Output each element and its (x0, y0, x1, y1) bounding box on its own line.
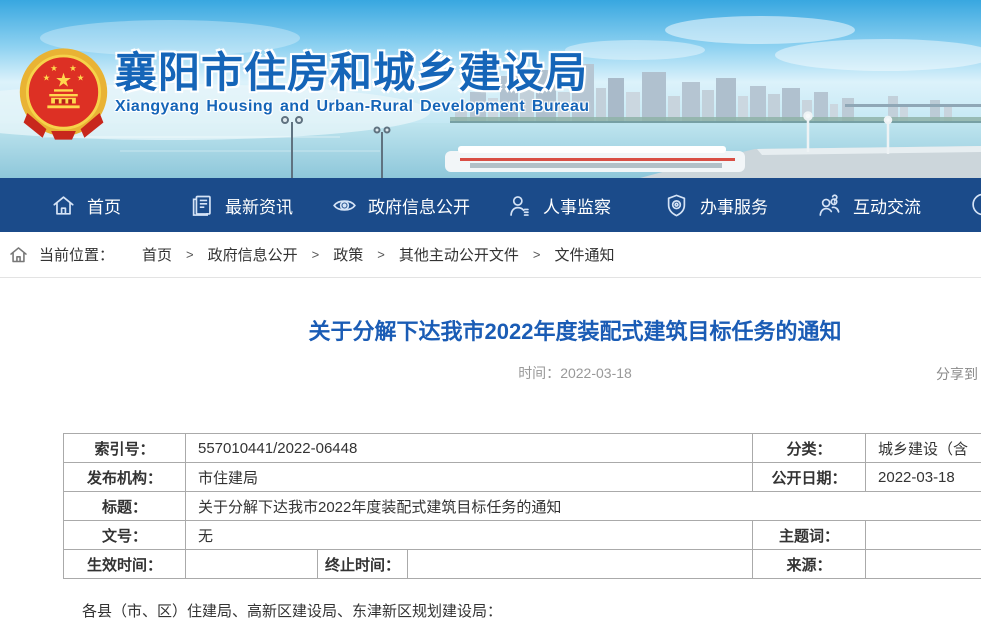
meta-table-value-cell (866, 521, 981, 550)
meta-table-label-cell: 文号： (64, 521, 186, 550)
meta-table-label-cell: 发布机构： (64, 463, 186, 492)
nav-item-eye[interactable]: 政府信息公开 (331, 178, 470, 232)
meta-table-value-cell: 关于分解下达我市2022年度装配式建筑目标任务的通知 (186, 492, 981, 521)
nav-item-label: 办事服务 (700, 193, 768, 218)
breadcrumb-home-icon (8, 244, 29, 265)
meta-table-value-cell: 无 (186, 521, 753, 550)
breadcrumb-link[interactable]: 政策 (333, 244, 363, 265)
meta-table-label-cell: 生效时间： (64, 550, 186, 579)
article-title: 关于分解下达我市2022年度装配式建筑目标任务的通知 (0, 316, 981, 348)
nav-item-home[interactable]: 首页 (50, 178, 121, 232)
meta-table-value-cell (408, 550, 753, 579)
main-nav: 首页 最新资讯 政府信息公开 人事监察 办事服务 互动交流 (0, 178, 981, 232)
share-button[interactable]: 分享到 (936, 364, 978, 384)
svg-text:★: ★ (55, 70, 72, 91)
breadcrumb-link[interactable]: 首页 (142, 244, 172, 265)
nav-item-label: 政府信息公开 (368, 193, 470, 218)
meta-table-value-cell: 2022-03-18 (866, 463, 981, 492)
site-subtitle: Xiangyang Housing and Urban-Rural Develo… (115, 98, 589, 116)
nav-item-news[interactable]: 最新资讯 (188, 178, 293, 232)
article-page: 关于分解下达我市2022年度装配式建筑目标任务的通知 时间：2022-03-18… (0, 316, 981, 621)
nav-item-label: 人事监察 (543, 193, 611, 218)
people-icon (816, 192, 843, 219)
meta-table-row: 发布机构：市住建局公开日期：2022-03-18 (64, 463, 981, 492)
nav-item-person[interactable]: 人事监察 (506, 178, 611, 232)
meta-table-label-cell: 终止时间： (318, 550, 408, 579)
meta-table-value-cell: 城乡建设（含 (866, 434, 981, 463)
meta-table-value-cell: 557010441/2022-06448 (186, 434, 753, 463)
breadcrumb-separator: > (377, 247, 385, 262)
news-icon (188, 192, 215, 219)
svg-text:★: ★ (43, 73, 51, 83)
eye-icon (331, 192, 358, 219)
breadcrumb-separator: > (533, 247, 541, 262)
article-date: 时间：2022-03-18 (518, 365, 632, 381)
home-icon (50, 192, 77, 219)
meta-table-value-cell (186, 550, 318, 579)
article-body-first-line: 各县（市、区）住建局、高新区建设局、东津新区规划建设局： (82, 600, 981, 621)
nav-item-label: 互动交流 (853, 193, 921, 218)
nav-item-label: 最新资讯 (225, 193, 293, 218)
meta-table-row: 生效时间： 终止时间： 来源： (64, 550, 981, 579)
breadcrumb-location-label: 当前位置： (39, 244, 114, 265)
meta-table: 索引号：557010441/2022-06448分类：城乡建设（含发布机构：市住… (63, 433, 981, 579)
national-emblem-logo: ★ ★ ★ ★ ★ (16, 42, 111, 146)
meta-table-row: 索引号：557010441/2022-06448分类：城乡建设（含 (64, 434, 981, 463)
breadcrumb-link[interactable]: 政府信息公开 (208, 244, 298, 265)
site-header: ★ ★ ★ ★ ★ 襄阳市住房和城乡建设局 Xiangyang Housing … (0, 0, 981, 178)
breadcrumb-link[interactable]: 文件通知 (554, 244, 614, 265)
meta-table-value-cell (866, 550, 981, 579)
breadcrumb: 当前位置： 首页 > 政府信息公开 > 政策 > 其他主动公开文件 > 文件通知 (0, 232, 981, 278)
nav-overflow-icon[interactable] (963, 191, 981, 218)
meta-table-label-cell: 标题： (64, 492, 186, 521)
breadcrumb-separator: > (186, 247, 194, 262)
nav-item-shield[interactable]: 办事服务 (663, 178, 768, 232)
site-title: 襄阳市住房和城乡建设局 (115, 52, 589, 94)
nav-item-label: 首页 (87, 193, 121, 218)
breadcrumb-link[interactable]: 其他主动公开文件 (399, 244, 519, 265)
article-date-value: 2022-03-18 (560, 365, 632, 381)
article-date-label: 时间： (518, 365, 560, 381)
meta-table-value-cell: 市住建局 (186, 463, 753, 492)
breadcrumb-separator: > (312, 247, 320, 262)
article-meta-line: 时间：2022-03-18 分享到 (0, 363, 981, 383)
meta-table-label-cell: 分类： (753, 434, 866, 463)
ferry-boat (445, 146, 745, 172)
person-icon (506, 192, 533, 219)
site-brand: ★ ★ ★ ★ ★ 襄阳市住房和城乡建设局 Xiangyang Housing … (16, 42, 589, 146)
svg-text:★: ★ (50, 63, 58, 73)
meta-table-row: 标题：关于分解下达我市2022年度装配式建筑目标任务的通知 (64, 492, 981, 521)
nav-item-people[interactable]: 互动交流 (816, 178, 921, 232)
meta-table-label-cell: 索引号： (64, 434, 186, 463)
meta-table-row: 文号：无主题词： (64, 521, 981, 550)
meta-table-label-cell: 来源： (753, 550, 866, 579)
meta-table-label-cell: 公开日期： (753, 463, 866, 492)
shield-icon (663, 192, 690, 219)
svg-text:★: ★ (77, 73, 85, 83)
svg-text:★: ★ (69, 63, 77, 73)
meta-table-label-cell: 主题词： (753, 521, 866, 550)
